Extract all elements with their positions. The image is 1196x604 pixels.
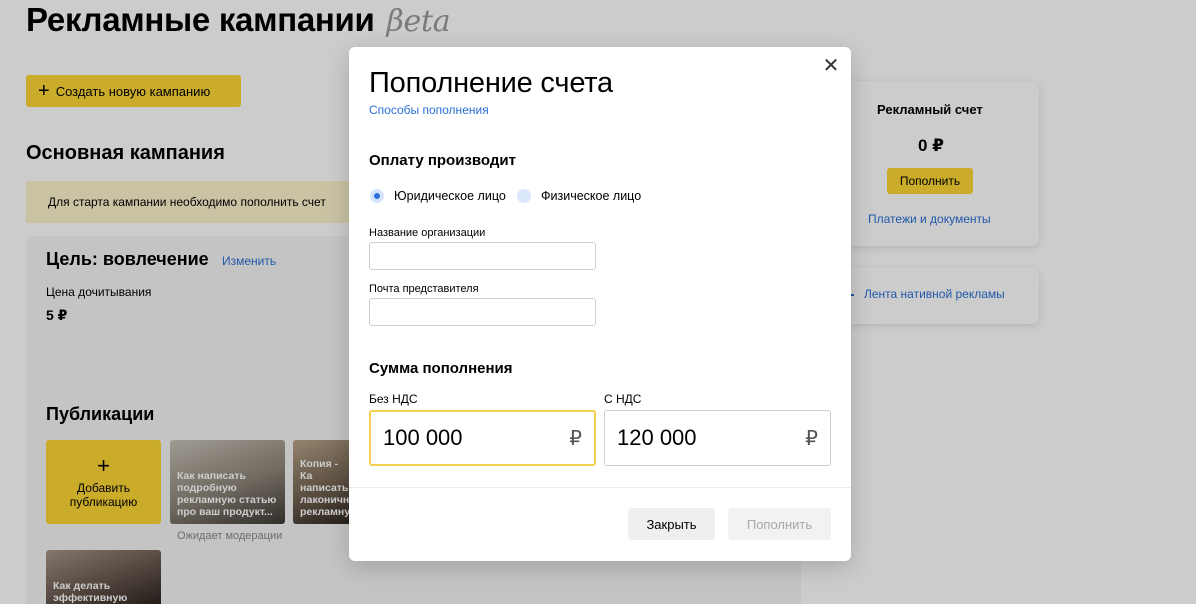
modal-divider: [349, 487, 851, 488]
amount-no-vat-value: 100 000: [383, 425, 463, 450]
payer-title: Оплату производит: [369, 152, 516, 169]
ruble-icon: ₽: [805, 427, 818, 450]
email-input[interactable]: [369, 298, 596, 326]
org-name-input[interactable]: [369, 242, 596, 270]
close-button[interactable]: Закрыть: [628, 508, 715, 540]
amount-vat-label: С НДС: [604, 392, 642, 406]
amount-vat-value: 120 000: [617, 425, 697, 450]
close-icon[interactable]: ✕: [820, 55, 842, 77]
radio-individual[interactable]: Физическое лицо: [517, 188, 641, 204]
email-label: Почта представителя: [369, 283, 479, 295]
modal-title: Пополнение счета: [369, 67, 613, 99]
radio-checked-icon: [370, 189, 384, 203]
org-name-label: Название организации: [369, 227, 486, 239]
sum-title: Сумма пополнения: [369, 360, 513, 377]
radio-legal-label: Юридическое лицо: [394, 189, 506, 203]
radio-legal-entity[interactable]: Юридическое лицо: [370, 188, 506, 204]
radio-unchecked-icon: [517, 189, 531, 203]
topup-methods-link[interactable]: Способы пополнения: [369, 103, 489, 117]
topup-modal: ✕ Пополнение счета Способы пополнения Оп…: [349, 47, 851, 561]
radio-individual-label: Физическое лицо: [541, 189, 642, 203]
amount-vat-input[interactable]: 120 000 ₽: [604, 410, 831, 466]
amount-no-vat-label: Без НДС: [369, 392, 418, 406]
ruble-icon: ₽: [569, 427, 582, 450]
submit-topup-button[interactable]: Пополнить: [728, 508, 831, 540]
amount-no-vat-input[interactable]: 100 000 ₽: [369, 410, 596, 466]
